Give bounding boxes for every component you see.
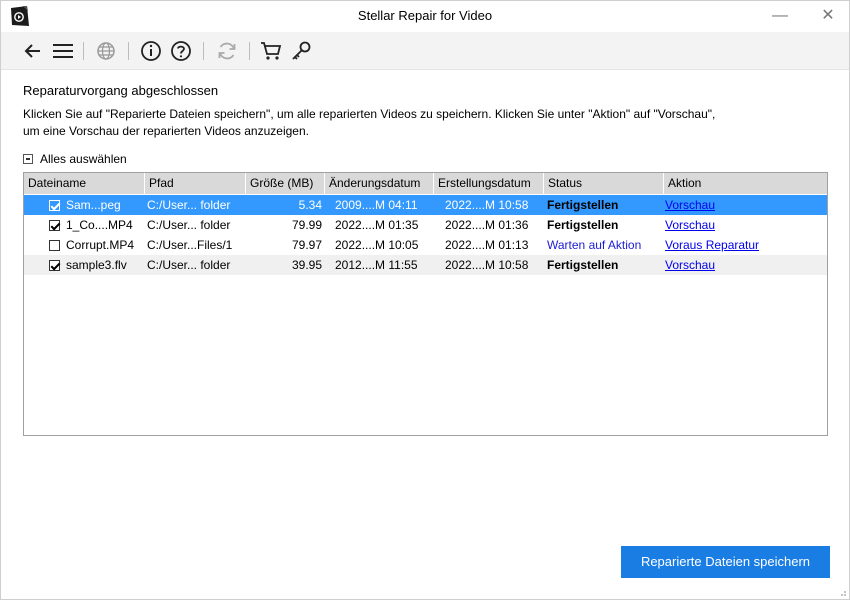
column-header-size[interactable]: Größe (MB) bbox=[246, 173, 325, 194]
row-status: Fertigstellen bbox=[547, 198, 619, 212]
row-path: C:/User... folder bbox=[147, 258, 231, 272]
app-window: Stellar Repair for Video — ✕ Reparaturvo… bbox=[0, 0, 850, 600]
row-checkbox[interactable] bbox=[49, 260, 60, 271]
back-arrow-icon[interactable] bbox=[21, 39, 45, 63]
refresh-icon bbox=[218, 42, 236, 60]
row-action-link[interactable]: Voraus Reparatur bbox=[665, 235, 795, 255]
page-title: Reparaturvorgang abgeschlossen bbox=[23, 83, 219, 98]
row-created: 2022....M 01:36 bbox=[445, 218, 529, 232]
column-header-modified[interactable]: Änderungsdatum bbox=[325, 173, 434, 194]
main-content: Reparaturvorgang abgeschlossen Klicken S… bbox=[23, 83, 831, 140]
instructions-text: Klicken Sie auf "Reparierte Dateien spei… bbox=[23, 107, 716, 138]
row-path: C:/User... folder bbox=[147, 218, 231, 232]
row-checkbox[interactable] bbox=[49, 200, 60, 211]
table-row[interactable]: 1_Co....MP4 C:/User... folder 79.99 2022… bbox=[24, 215, 827, 235]
file-table: Dateiname Pfad Größe (MB) Änderungsdatum… bbox=[23, 172, 828, 436]
column-header-created[interactable]: Erstellungsdatum bbox=[434, 173, 544, 194]
row-checkbox[interactable] bbox=[49, 240, 60, 251]
info-icon[interactable] bbox=[139, 39, 163, 63]
row-modified: 2022....M 01:35 bbox=[335, 218, 419, 232]
close-button[interactable]: ✕ bbox=[815, 4, 841, 28]
column-header-filename[interactable]: Dateiname bbox=[24, 173, 145, 194]
row-created: 2022....M 10:58 bbox=[445, 258, 529, 272]
table-row[interactable]: sample3.flv C:/User... folder 39.95 2012… bbox=[24, 255, 827, 275]
toolbar-separator bbox=[249, 42, 250, 60]
column-header-action[interactable]: Aktion bbox=[664, 173, 827, 194]
toolbar bbox=[1, 32, 849, 70]
save-repaired-files-button[interactable]: Reparierte Dateien speichern bbox=[621, 546, 830, 578]
table-header: Dateiname Pfad Größe (MB) Änderungsdatum… bbox=[24, 173, 827, 194]
minimize-button[interactable]: — bbox=[767, 4, 793, 28]
row-size: 79.97 bbox=[291, 238, 322, 252]
column-header-path[interactable]: Pfad bbox=[145, 173, 246, 194]
select-all-checkbox[interactable] bbox=[23, 154, 33, 164]
row-filename: sample3.flv bbox=[66, 258, 127, 272]
column-header-status[interactable]: Status bbox=[544, 173, 664, 194]
row-filename: Corrupt.MP4 bbox=[66, 238, 135, 252]
key-icon[interactable] bbox=[289, 39, 313, 63]
row-action-link[interactable]: Vorschau bbox=[665, 255, 795, 275]
row-checkbox[interactable] bbox=[49, 220, 60, 231]
help-icon[interactable] bbox=[169, 39, 193, 63]
row-action-link[interactable]: Vorschau bbox=[665, 195, 795, 215]
globe-icon[interactable] bbox=[94, 39, 118, 63]
row-status: Fertigstellen bbox=[547, 218, 619, 232]
toolbar-separator bbox=[203, 42, 204, 60]
row-modified: 2009....M 04:11 bbox=[335, 198, 418, 212]
row-size: 5.34 bbox=[298, 198, 322, 212]
row-size: 39.95 bbox=[291, 258, 322, 272]
row-action-link[interactable]: Vorschau bbox=[665, 215, 795, 235]
select-all-label: Alles auswählen bbox=[40, 152, 127, 166]
menu-icon[interactable] bbox=[51, 39, 75, 63]
row-created: 2022....M 10:58 bbox=[445, 198, 529, 212]
row-status: Warten auf Aktion bbox=[547, 238, 642, 252]
window-title: Stellar Repair for Video bbox=[357, 8, 493, 23]
cart-icon[interactable] bbox=[259, 39, 283, 63]
row-path: C:/User... folder bbox=[147, 198, 231, 212]
resize-grip-icon[interactable] bbox=[837, 587, 847, 597]
title-bar: Stellar Repair for Video — ✕ bbox=[1, 1, 849, 32]
row-modified: 2012....M 11:55 bbox=[335, 258, 418, 272]
table-row[interactable]: Sam...peg C:/User... folder 5.34 2009...… bbox=[24, 195, 827, 215]
row-path: C:/User...Files/1 bbox=[147, 238, 233, 252]
table-row[interactable]: Corrupt.MP4 C:/User...Files/1 79.97 2022… bbox=[24, 235, 827, 255]
toolbar-separator bbox=[83, 42, 84, 60]
row-filename: Sam...peg bbox=[66, 198, 121, 212]
toolbar-separator bbox=[128, 42, 129, 60]
row-created: 2022....M 01:13 bbox=[445, 238, 529, 252]
row-status: Fertigstellen bbox=[547, 258, 619, 272]
row-filename: 1_Co....MP4 bbox=[66, 218, 133, 232]
row-modified: 2022....M 10:05 bbox=[335, 238, 419, 252]
row-size: 79.99 bbox=[291, 218, 322, 232]
